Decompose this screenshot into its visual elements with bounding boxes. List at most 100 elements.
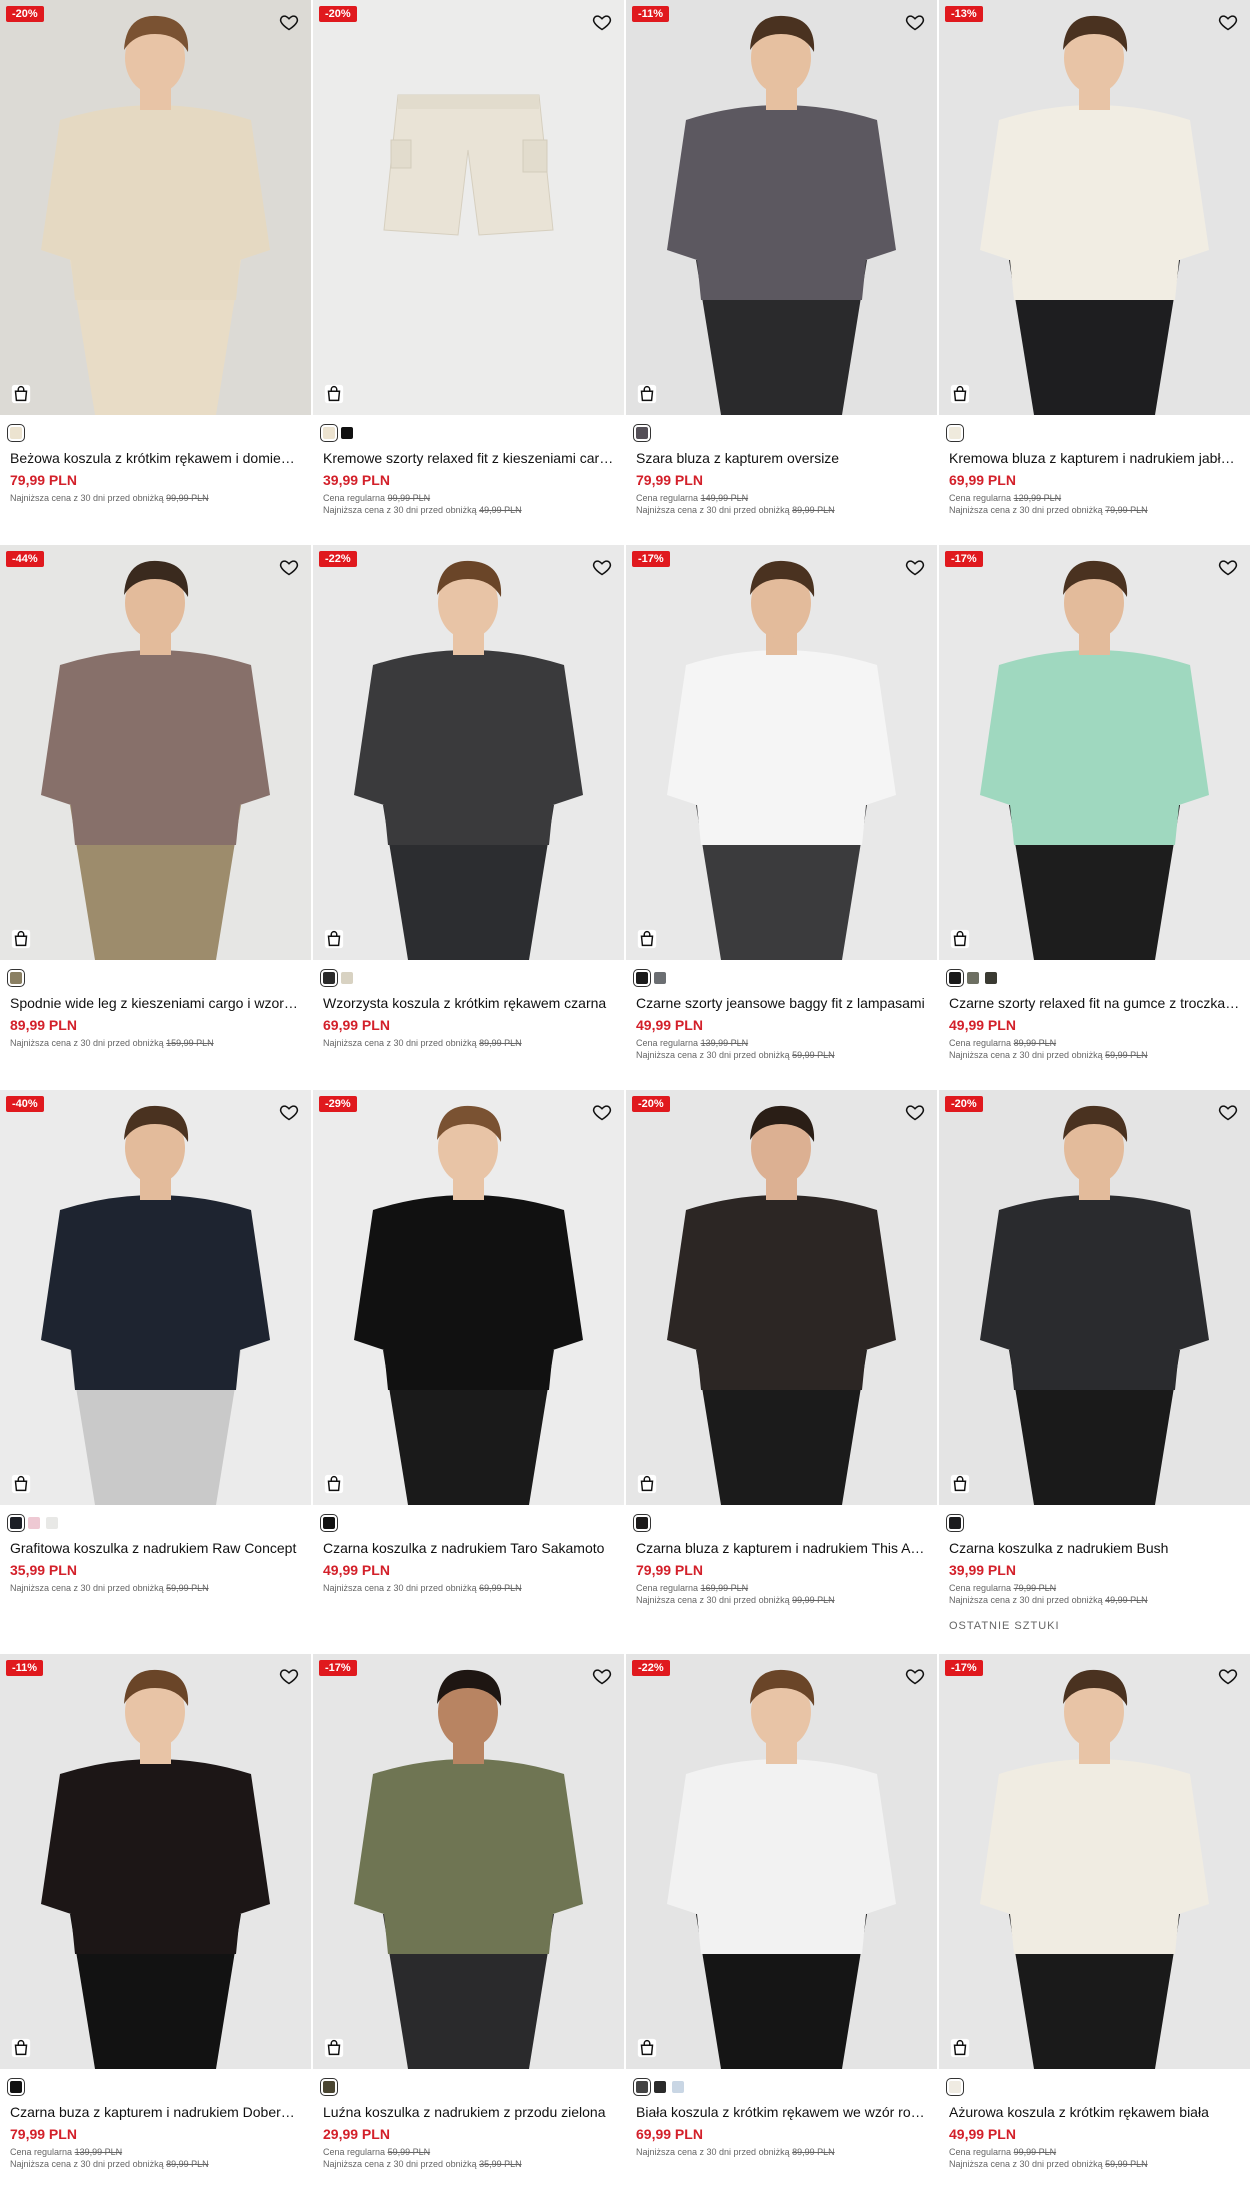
product-name[interactable]: Czarne szorty jeansowe baggy fit z lampa… [636, 994, 927, 1012]
product-card[interactable]: -20% Kremowe szorty relaxed fit z kiesze… [313, 0, 624, 545]
product-card[interactable]: -17% Ażurowa koszula z krótkim rękawem b… [939, 1654, 1250, 2195]
product-image[interactable]: -11% [626, 0, 937, 415]
product-image[interactable]: -17% [313, 1654, 624, 2069]
shopping-bag-icon[interactable] [323, 2037, 345, 2059]
product-image[interactable]: -29% [313, 1090, 624, 1505]
heart-outline-icon[interactable] [1218, 557, 1238, 577]
color-swatch[interactable] [946, 969, 964, 987]
heart-outline-icon[interactable] [905, 1102, 925, 1122]
color-swatch[interactable] [7, 969, 25, 987]
color-swatch[interactable] [985, 972, 997, 984]
color-swatch[interactable] [320, 1514, 338, 1532]
color-swatch[interactable] [967, 972, 979, 984]
product-card[interactable]: -22% Wzorzysta koszula z krótkim rękawem… [313, 545, 624, 1090]
color-swatch[interactable] [633, 2078, 651, 2096]
product-image[interactable]: -13% [939, 0, 1250, 415]
heart-outline-icon[interactable] [279, 12, 299, 32]
shopping-bag-icon[interactable] [636, 1473, 658, 1495]
color-swatch[interactable] [633, 969, 651, 987]
product-image[interactable]: -44% [0, 545, 311, 960]
color-swatch[interactable] [946, 424, 964, 442]
product-name[interactable]: Spodnie wide leg z kieszeniami cargo i w… [10, 994, 301, 1012]
shopping-bag-icon[interactable] [10, 1473, 32, 1495]
product-image[interactable]: -20% [0, 0, 311, 415]
color-swatch[interactable] [654, 972, 666, 984]
product-card[interactable]: -29% Czarna koszulka z nadrukiem Taro Sa… [313, 1090, 624, 1654]
shopping-bag-icon[interactable] [949, 928, 971, 950]
color-swatch[interactable] [633, 424, 651, 442]
product-image[interactable]: -17% [939, 1654, 1250, 2069]
product-card[interactable]: -11% Szara bluza z kapturem oversize 79,… [626, 0, 937, 545]
heart-outline-icon[interactable] [1218, 12, 1238, 32]
heart-outline-icon[interactable] [592, 1666, 612, 1686]
shopping-bag-icon[interactable] [323, 383, 345, 405]
product-name[interactable]: Biała koszula z krótkim rękawem we wzór … [636, 2103, 927, 2121]
shopping-bag-icon[interactable] [636, 2037, 658, 2059]
product-name[interactable]: Beżowa koszula z krótkim rękawem i domie… [10, 449, 301, 467]
color-swatch[interactable] [7, 2078, 25, 2096]
heart-outline-icon[interactable] [1218, 1666, 1238, 1686]
product-card[interactable]: -22% Biała koszula z krótkim rękawem we … [626, 1654, 937, 2195]
color-swatch[interactable] [7, 424, 25, 442]
product-card[interactable]: -13% Kremowa bluza z kapturem i nadrukie… [939, 0, 1250, 545]
product-card[interactable]: -40% Grafitowa koszulka z nadrukiem Raw … [0, 1090, 311, 1654]
product-name[interactable]: Czarna koszulka z nadrukiem Taro Sakamot… [323, 1539, 614, 1557]
shopping-bag-icon[interactable] [10, 2037, 32, 2059]
product-card[interactable]: -20% Czarna bluza z kapturem i nadrukiem… [626, 1090, 937, 1654]
heart-outline-icon[interactable] [279, 557, 299, 577]
product-name[interactable]: Kremowe szorty relaxed fit z kieszeniami… [323, 449, 614, 467]
product-image[interactable]: -17% [939, 545, 1250, 960]
product-image[interactable]: -20% [313, 0, 624, 415]
color-swatch[interactable] [28, 1517, 40, 1529]
shopping-bag-icon[interactable] [949, 383, 971, 405]
product-card[interactable]: -20% Beżowa koszula z krótkim rękawem i … [0, 0, 311, 545]
product-card[interactable]: -17% Czarne szorty relaxed fit na gumce … [939, 545, 1250, 1090]
product-image[interactable]: -22% [626, 1654, 937, 2069]
color-swatch[interactable] [633, 1514, 651, 1532]
heart-outline-icon[interactable] [905, 1666, 925, 1686]
product-name[interactable]: Ażurowa koszula z krótkim rękawem biała [949, 2103, 1240, 2121]
color-swatch[interactable] [946, 1514, 964, 1532]
color-swatch[interactable] [341, 972, 353, 984]
shopping-bag-icon[interactable] [949, 1473, 971, 1495]
product-name[interactable]: Luźna koszulka z nadrukiem z przodu ziel… [323, 2103, 614, 2121]
heart-outline-icon[interactable] [279, 1102, 299, 1122]
shopping-bag-icon[interactable] [949, 2037, 971, 2059]
heart-outline-icon[interactable] [905, 12, 925, 32]
color-swatch[interactable] [672, 2081, 684, 2093]
color-swatch[interactable] [320, 424, 338, 442]
color-swatch[interactable] [946, 2078, 964, 2096]
shopping-bag-icon[interactable] [10, 383, 32, 405]
color-swatch[interactable] [654, 2081, 666, 2093]
product-name[interactable]: Wzorzysta koszula z krótkim rękawem czar… [323, 994, 614, 1012]
product-name[interactable]: Grafitowa koszulka z nadrukiem Raw Conce… [10, 1539, 301, 1557]
product-image[interactable]: -11% [0, 1654, 311, 2069]
product-name[interactable]: Czarna buza z kapturem i nadrukiem Dober… [10, 2103, 301, 2121]
shopping-bag-icon[interactable] [323, 1473, 345, 1495]
color-swatch[interactable] [320, 969, 338, 987]
color-swatch[interactable] [320, 2078, 338, 2096]
product-name[interactable]: Kremowa bluza z kapturem i nadrukiem jab… [949, 449, 1240, 467]
heart-outline-icon[interactable] [592, 12, 612, 32]
color-swatch[interactable] [7, 1514, 25, 1532]
product-image[interactable]: -40% [0, 1090, 311, 1505]
heart-outline-icon[interactable] [905, 557, 925, 577]
product-card[interactable]: -17% Czarne szorty jeansowe baggy fit z … [626, 545, 937, 1090]
product-name[interactable]: Szara bluza z kapturem oversize [636, 449, 927, 467]
heart-outline-icon[interactable] [279, 1666, 299, 1686]
shopping-bag-icon[interactable] [323, 928, 345, 950]
product-card[interactable]: -17% Luźna koszulka z nadrukiem z przodu… [313, 1654, 624, 2195]
product-image[interactable]: -20% [626, 1090, 937, 1505]
product-image[interactable]: -22% [313, 545, 624, 960]
heart-outline-icon[interactable] [592, 557, 612, 577]
product-image[interactable]: -20% [939, 1090, 1250, 1505]
shopping-bag-icon[interactable] [10, 928, 32, 950]
product-card[interactable]: -44% Spodnie wide leg z kieszeniami carg… [0, 545, 311, 1090]
shopping-bag-icon[interactable] [636, 383, 658, 405]
product-card[interactable]: -11% Czarna buza z kapturem i nadrukiem … [0, 1654, 311, 2195]
shopping-bag-icon[interactable] [636, 928, 658, 950]
heart-outline-icon[interactable] [592, 1102, 612, 1122]
color-swatch[interactable] [46, 1517, 58, 1529]
product-name[interactable]: Czarne szorty relaxed fit na gumce z tro… [949, 994, 1240, 1012]
product-name[interactable]: Czarna koszulka z nadrukiem Bush [949, 1539, 1240, 1557]
